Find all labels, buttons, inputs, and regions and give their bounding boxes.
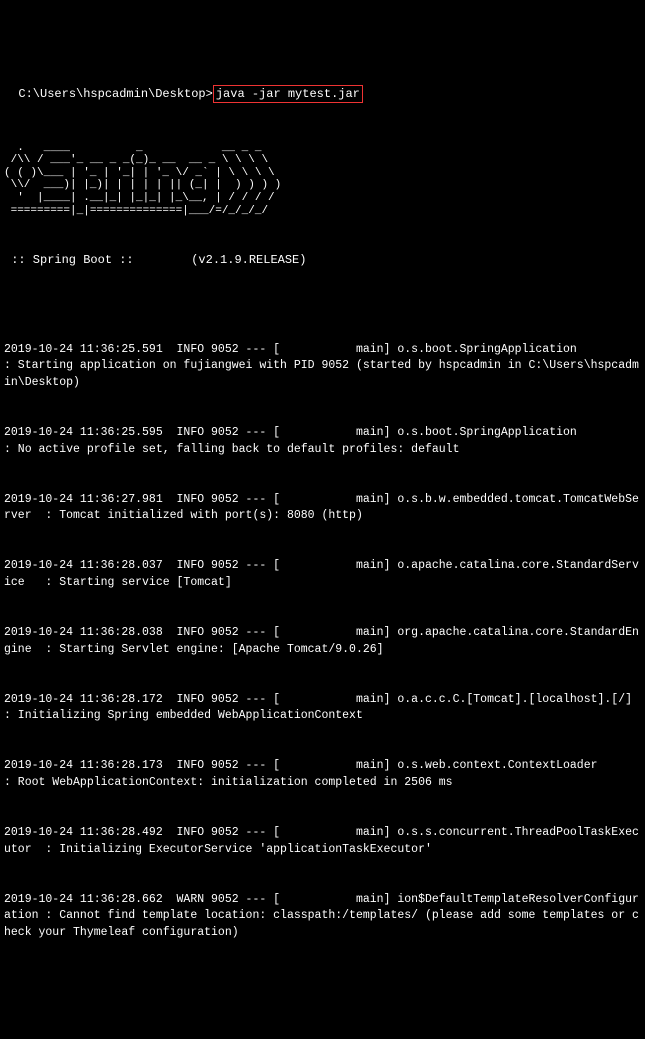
- log-output: 2019-10-24 11:36:25.591 INFO 9052 --- [ …: [4, 308, 641, 958]
- log-line: 2019-10-24 11:36:27.981 INFO 9052 --- [ …: [4, 492, 641, 525]
- log-line: 2019-10-24 11:36:25.591 INFO 9052 --- [ …: [4, 342, 641, 392]
- log-line: 2019-10-24 11:36:28.662 WARN 9052 --- [ …: [4, 892, 641, 942]
- command-highlighted: java -jar mytest.jar: [213, 85, 363, 103]
- log-line: 2019-10-24 11:36:25.595 INFO 9052 --- [ …: [4, 425, 641, 458]
- log-line: 2019-10-24 11:36:28.173 INFO 9052 --- [ …: [4, 758, 641, 791]
- log-line: 2019-10-24 11:36:28.037 INFO 9052 --- [ …: [4, 558, 641, 591]
- prompt-path: C:\Users\hspcadmin\Desktop>: [18, 87, 212, 101]
- log-line: 2019-10-24 11:36:28.038 INFO 9052 --- [ …: [4, 625, 641, 658]
- log-line: 2019-10-24 11:36:28.492 INFO 9052 --- [ …: [4, 825, 641, 858]
- command-prompt-line[interactable]: C:\Users\hspcadmin\Desktop>java -jar myt…: [4, 69, 641, 103]
- spring-boot-banner: :: Spring Boot :: (v2.1.9.RELEASE): [4, 252, 641, 268]
- spring-boot-ascii-art: . ____ _ __ _ _ /\\ / ___'_ __ _ _(_)_ _…: [4, 142, 641, 218]
- log-line: 2019-10-24 11:36:28.172 INFO 9052 --- [ …: [4, 692, 641, 725]
